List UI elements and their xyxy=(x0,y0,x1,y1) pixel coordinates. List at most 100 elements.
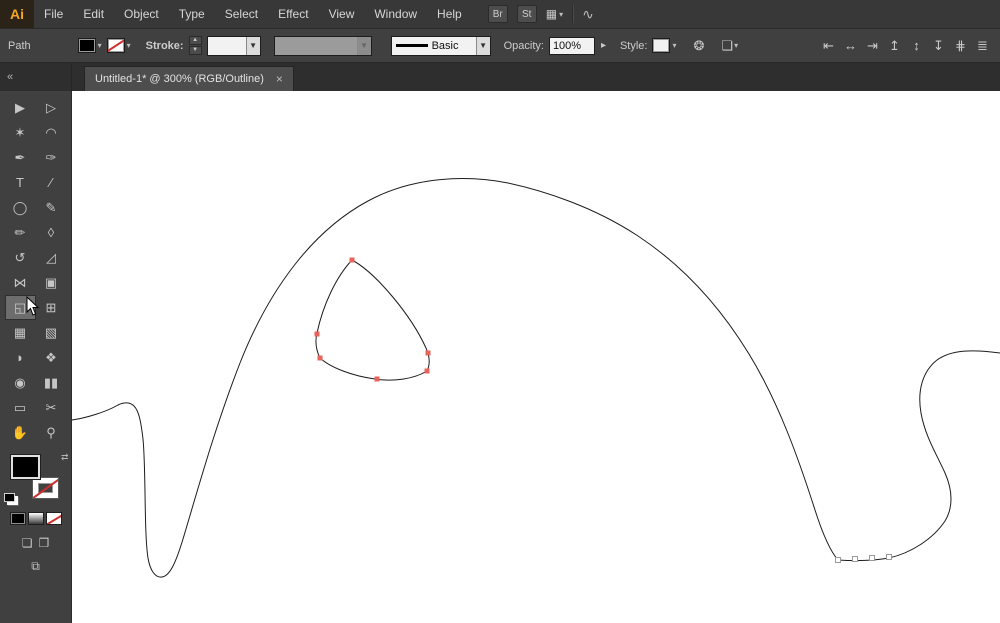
align-horizontal-center-button[interactable]: ↔ xyxy=(841,38,860,53)
rotate-tool[interactable]: ↺ xyxy=(5,245,36,270)
column-graph-tool[interactable]: ▮▮ xyxy=(36,370,67,395)
menu-object[interactable]: Object xyxy=(114,7,169,21)
color-button[interactable] xyxy=(9,512,26,525)
gradient-button[interactable] xyxy=(27,512,44,525)
stroke-indicator[interactable] xyxy=(31,477,59,499)
draw-normal-button[interactable]: ❏ xyxy=(22,536,33,550)
arrange-documents-dropdown[interactable]: ▦ ▾ xyxy=(546,7,563,21)
menu-type[interactable]: Type xyxy=(169,7,215,21)
tool-icon: ✎ xyxy=(45,199,57,215)
free-transform-tool[interactable]: ▣ xyxy=(36,270,67,295)
fill-color-dropdown[interactable]: ▾ xyxy=(77,38,102,53)
menu-help[interactable]: Help xyxy=(427,7,472,21)
gradient-tool[interactable]: ▧ xyxy=(36,320,67,345)
lasso-tool[interactable]: ◠ xyxy=(36,120,67,145)
align-vertical-bottom-button[interactable]: ↧ xyxy=(929,38,948,54)
menu-view[interactable]: View xyxy=(319,7,365,21)
draw-inside-button[interactable]: ❐ xyxy=(39,536,50,550)
artboard-tool[interactable]: ▭ xyxy=(5,395,36,420)
chevron-down-icon: ▼ xyxy=(356,36,371,55)
menu-select[interactable]: Select xyxy=(215,7,268,21)
tool-icon: ⊞ xyxy=(45,299,57,315)
tool-icon: ✏ xyxy=(14,224,26,240)
distribute-horizontal-button[interactable]: ⋕ xyxy=(951,38,970,54)
stock-button[interactable]: St xyxy=(516,5,537,23)
drawing-mode-buttons: ❏ ❐ xyxy=(0,536,71,550)
zoom-tool[interactable]: ⚲ xyxy=(36,420,67,445)
mesh-tool[interactable]: ▦ xyxy=(5,320,36,345)
width-tool[interactable]: ⋈ xyxy=(5,270,36,295)
eraser-tool[interactable]: ◊ xyxy=(36,220,67,245)
line-segment-tool[interactable]: ∕ xyxy=(36,170,67,195)
document-tab[interactable]: Untitled-1* @ 300% (RGB/Outline) × xyxy=(84,66,294,91)
toolbar: ▶ ▷ ✶ ◠ ✒ ✑ T ∕ ◯ ✎ ✏ ◊ ↺ ◿ ⋈ ▣ ◱ ⊞ ▦ ▧ … xyxy=(0,91,72,623)
bridge-button[interactable]: Br xyxy=(487,5,508,23)
slice-tool[interactable]: ✂ xyxy=(36,395,67,420)
blend-tool[interactable]: ❖ xyxy=(36,345,67,370)
swap-fill-stroke-icon[interactable]: ⇄ xyxy=(61,452,69,463)
align-horizontal-left-button[interactable]: ⇤ xyxy=(819,38,838,54)
menu-file[interactable]: File xyxy=(34,7,73,21)
stepper-down-icon[interactable]: ▼ xyxy=(188,46,202,55)
tool-icon: ✋ xyxy=(11,424,29,440)
default-fill-stroke-icon[interactable] xyxy=(3,493,15,502)
opacity-field[interactable]: 100% xyxy=(548,36,595,55)
stroke-color-dropdown[interactable]: ▾ xyxy=(106,38,131,53)
ellipse-tool[interactable]: ◯ xyxy=(5,195,36,220)
select-similar-button[interactable]: ❏ ▾ xyxy=(721,38,738,54)
type-tool[interactable]: T xyxy=(5,170,36,195)
control-bar: Path ▾ ▾ Stroke: ▲ ▼ ▼ ▼ Basic ▼ Opacity… xyxy=(0,29,1000,63)
anchor-point xyxy=(886,554,892,560)
tool-icon: ⚲ xyxy=(46,424,56,440)
chevron-down-icon: ▾ xyxy=(734,41,739,50)
cs-live-icon[interactable]: ∿ xyxy=(582,6,594,23)
scale-tool[interactable]: ◿ xyxy=(36,245,67,270)
opacity-options-button[interactable]: ▸ xyxy=(600,40,607,51)
tab-close-icon[interactable]: × xyxy=(276,72,283,86)
blob-brush-tool[interactable]: ✑ xyxy=(36,145,67,170)
none-button[interactable] xyxy=(45,512,62,525)
distribute-vertical-button[interactable]: ≣ xyxy=(973,38,992,54)
align-vertical-top-button[interactable]: ↥ xyxy=(885,38,904,54)
anchor-point xyxy=(835,557,841,563)
shape-builder-tool[interactable]: ◱ xyxy=(4,295,36,320)
chevron-down-icon: ▾ xyxy=(559,9,564,19)
align-horizontal-right-button[interactable]: ⇥ xyxy=(863,38,882,54)
stepper-up-icon[interactable]: ▲ xyxy=(188,36,202,45)
canvas[interactable] xyxy=(72,91,1000,623)
menu-effect[interactable]: Effect xyxy=(268,7,318,21)
app-logo[interactable]: Ai xyxy=(0,0,34,28)
tool-icon: ✶ xyxy=(14,124,26,140)
eyedropper-tool[interactable]: ◗ xyxy=(5,345,36,370)
paintbrush-tool[interactable]: ✎ xyxy=(36,195,67,220)
selected-anchor-point xyxy=(349,257,355,263)
menu-window[interactable]: Window xyxy=(364,7,427,21)
fill-indicator[interactable] xyxy=(9,454,41,480)
selected-anchor-point xyxy=(425,350,431,356)
direct-selection-tool[interactable]: ▷ xyxy=(36,95,67,120)
pen-tool[interactable]: ✒ xyxy=(5,145,36,170)
select-similar-icon: ❏ xyxy=(721,37,734,53)
chevron-down-icon: ▾ xyxy=(672,41,677,50)
align-vertical-center-button[interactable]: ↕ xyxy=(907,38,926,53)
perspective-grid-tool[interactable]: ⊞ xyxy=(36,295,67,320)
tool-icon: ◉ xyxy=(14,374,26,390)
pencil-tool[interactable]: ✏ xyxy=(5,220,36,245)
menu-edit[interactable]: Edit xyxy=(73,7,114,21)
hand-tool[interactable]: ✋ xyxy=(5,420,36,445)
magic-wand-tool[interactable]: ✶ xyxy=(5,120,36,145)
style-dropdown[interactable]: ▾ xyxy=(652,38,677,53)
tool-icon: ↺ xyxy=(14,249,26,265)
recolor-artwork-button[interactable]: ❂ xyxy=(694,38,705,54)
selection-tool[interactable]: ▶ xyxy=(5,95,36,120)
brush-stroke-sample xyxy=(395,44,428,47)
toolbar-collapse-button[interactable]: « xyxy=(0,63,72,91)
brush-definition-dropdown[interactable]: Basic ▼ xyxy=(390,35,491,56)
brush-definition-value: Basic xyxy=(431,39,459,52)
anchor-point xyxy=(869,555,875,561)
screen-mode-button[interactable]: ⧉ xyxy=(31,559,40,574)
stroke-weight-stepper[interactable]: ▲ ▼ xyxy=(188,36,202,55)
symbol-sprayer-tool[interactable]: ◉ xyxy=(5,370,36,395)
selected-anchor-point xyxy=(424,368,430,374)
stroke-weight-combo[interactable]: ▼ xyxy=(206,35,261,56)
